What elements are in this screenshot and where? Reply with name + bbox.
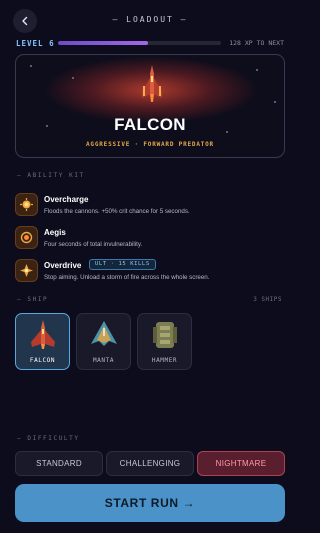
start-run-button[interactable]: START RUN → [15,484,285,522]
ability-name: Aegis [44,228,66,237]
ability-name: Overcharge [44,195,89,204]
ship-label: MANTA [92,357,115,364]
xp-remaining: 128 XP TO NEXT [229,39,284,47]
ship-preview-card: FALCON AGGRESSIVE · FORWARD PREDATOR [15,54,285,158]
arrow-right-icon: → [182,496,196,510]
difficulty-section-label: — DIFFICULTY [17,435,80,442]
star [72,77,74,79]
ship-card-hammer[interactable]: HAMMER [137,313,192,370]
screen-title: — LOADOUT — [112,15,188,24]
overcharge-icon [15,193,38,216]
hammer-ship-icon [153,322,177,348]
ship-card-falcon[interactable]: FALCON [15,313,70,370]
level-progress: LEVEL 6 128 XP TO NEXT [16,37,284,49]
difficulty-challenging-button[interactable]: CHALLENGING [106,451,194,476]
ship-label: FALCON [29,357,56,364]
ability-overdrive: Overdrive ULT · 15 KILLS Stop aiming. Un… [15,259,285,285]
aegis-icon [15,226,38,249]
difficulty-standard-button[interactable]: STANDARD [15,451,103,476]
star [256,69,258,71]
ability-description: Floods the cannons. +50% crit chance for… [44,208,190,215]
ship-card-manta[interactable]: MANTA [76,313,131,370]
ability-overcharge: Overcharge Floods the cannons. +50% crit… [15,193,285,219]
falcon-ship-icon [142,65,162,102]
overdrive-icon [15,259,38,282]
ability-name: Overdrive [44,261,82,270]
ability-description: Stop aiming. Unload a storm of fire acro… [44,274,210,281]
ship-label: HAMMER [151,357,178,364]
ability-description: Four seconds of total invulnerability. [44,241,143,248]
xp-bar [58,41,222,45]
star [30,65,32,67]
ability-kit-label: — ABILITY KIT [17,172,85,179]
ship-count: 3 SHIPS [253,296,282,303]
ship-section-label: — SHIP [17,296,49,303]
ability-aegis: Aegis Four seconds of total invulnerabil… [15,226,285,252]
difficulty-nightmare-button[interactable]: NIGHTMARE [197,451,285,476]
start-run-label: START RUN [104,496,179,510]
ult-badge: ULT · 15 KILLS [89,259,156,270]
falcon-ship-icon [31,320,55,349]
star [274,101,276,103]
ship-name: FALCON [114,115,186,134]
manta-ship-icon [91,321,117,346]
ship-tagline: AGGRESSIVE · FORWARD PREDATOR [86,141,214,148]
level-label: LEVEL 6 [16,38,55,48]
xp-bar-fill [58,41,148,45]
